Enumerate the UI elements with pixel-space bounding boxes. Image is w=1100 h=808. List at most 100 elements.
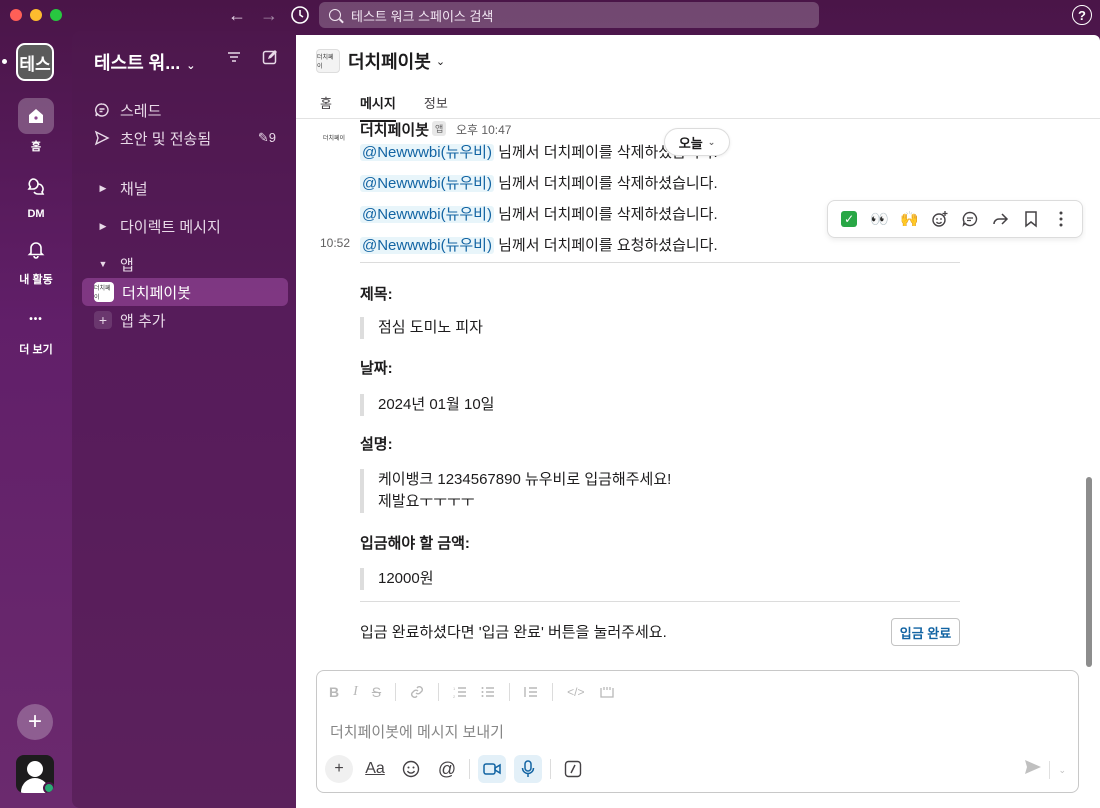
sidebar-item-label: 앱 <box>120 256 134 274</box>
deposit-complete-button[interactable]: 입금 완료 <box>891 618 960 646</box>
code-block-icon[interactable] <box>599 685 615 699</box>
reaction-check-button[interactable]: ✓ <box>836 206 862 232</box>
message-composer: B I S 12 </> 더치페이봇에 메시지 보내기 + Aa @ ⌄ <box>316 670 1079 793</box>
svg-text:1: 1 <box>453 686 456 691</box>
rail-more[interactable]: ••• 더 보기 <box>0 301 72 357</box>
workspace-avatar[interactable]: 테스 <box>16 43 54 81</box>
bold-icon[interactable]: B <box>329 684 339 700</box>
ordered-list-icon[interactable]: 12 <box>453 685 467 699</box>
field-label-date: 날짜: <box>360 360 393 377</box>
strikethrough-icon[interactable]: S <box>372 684 381 700</box>
sender-avatar[interactable]: 더치페이 <box>316 119 352 155</box>
window-controls <box>10 9 62 21</box>
sidebar-item-drafts[interactable]: 초안 및 전송됨 ✎9 <box>82 124 288 152</box>
search-icon <box>329 9 341 21</box>
scrollbar[interactable] <box>1086 477 1092 667</box>
add-workspace-button[interactable]: + <box>17 704 53 740</box>
more-dots-icon: ••• <box>29 313 43 325</box>
workspace-name-button[interactable]: 테스트 워... ⌄ <box>94 49 195 75</box>
code-icon[interactable]: </> <box>567 685 584 699</box>
user-mention[interactable]: @Newwwbi(뉴우비) <box>360 237 494 254</box>
help-icon[interactable]: ? <box>1072 5 1092 25</box>
channel-header[interactable]: 더치페이 더치페이봇 ⌄ <box>296 35 1100 87</box>
workspace-name: 테스트 워... <box>94 53 181 73</box>
sidebar: 테스트 워... ⌄ 스레드 초안 및 전송됨 ✎9 ▶ 채널 ▶ 다이렉트 메시… <box>72 31 296 808</box>
user-mention[interactable]: @Newwwbi(뉴우비) <box>360 144 494 161</box>
send-icon <box>94 130 112 146</box>
sender-name[interactable]: 더치페이봇 <box>360 119 429 140</box>
back-arrow-icon[interactable]: ← <box>226 5 248 25</box>
bullet-list-icon[interactable] <box>481 685 495 699</box>
sidebar-item-label: 스레드 <box>120 102 162 120</box>
sidebar-section-dms[interactable]: ▶ 다이렉트 메시지 <box>82 212 288 240</box>
text-format-icon[interactable]: Aa <box>361 755 389 783</box>
reaction-eyes-button[interactable]: 👀 <box>866 206 892 232</box>
drafts-count: ✎9 <box>257 130 276 145</box>
slash-command-icon[interactable] <box>559 755 587 783</box>
date-divider-button[interactable]: 오늘 ⌄ <box>664 128 730 156</box>
rail-activity-label: 내 활동 <box>19 274 53 286</box>
reply-thread-icon[interactable] <box>957 206 983 232</box>
video-clip-icon[interactable] <box>478 755 506 783</box>
sidebar-section-channels[interactable]: ▶ 채널 <box>82 174 288 202</box>
pencil-icon: ✎ <box>257 130 269 145</box>
message-line: @Newwwbi(뉴우비) 님께서 더치페이를 삭제하셨습니다. <box>360 203 718 224</box>
sidebar-item-label: 초안 및 전송됨 <box>120 130 212 148</box>
schedule-send-chevron-icon[interactable]: ⌄ <box>1049 761 1066 779</box>
compose-icon[interactable] <box>262 49 278 65</box>
bell-icon <box>18 231 54 267</box>
reaction-clap-button[interactable]: 🙌 <box>897 206 923 232</box>
rail-activity[interactable]: 내 활동 <box>0 231 72 287</box>
forward-arrow-icon[interactable]: → <box>258 5 280 25</box>
history-icon[interactable] <box>290 5 312 25</box>
sidebar-item-threads[interactable]: 스레드 <box>82 96 288 124</box>
user-avatar[interactable] <box>16 755 54 793</box>
message-list: 더치페이 더치페이봇 앱 오후 10:47 @Newwwbi(뉴우비) 님께서 … <box>296 119 1086 674</box>
message-input[interactable]: 더치페이봇에 메시지 보내기 <box>330 721 504 742</box>
chevron-down-icon: ⌄ <box>435 55 446 68</box>
add-reaction-icon[interactable] <box>927 206 953 232</box>
rail-dm[interactable]: DM <box>0 168 72 220</box>
message-timestamp[interactable]: 오후 10:47 <box>456 121 511 138</box>
minimize-window-button[interactable] <box>30 9 42 21</box>
user-mention[interactable]: @Newwwbi(뉴우비) <box>360 175 494 192</box>
italic-icon[interactable]: I <box>353 684 358 700</box>
link-icon[interactable] <box>410 685 424 699</box>
filter-icon[interactable] <box>226 49 242 65</box>
composer-actions: + Aa @ <box>325 755 587 783</box>
svg-text:2: 2 <box>453 694 456 699</box>
description-line: 제발요ㅜㅜㅜㅜ <box>378 493 475 510</box>
search-input[interactable]: 테스트 워크 스페이스 검색 <box>319 2 819 28</box>
sidebar-item-dutchpay-bot[interactable]: 더치페이 더치페이봇 <box>82 278 288 306</box>
home-icon <box>18 98 54 134</box>
search-placeholder: 테스트 워크 스페이스 검색 <box>351 8 494 24</box>
chevron-down-icon: ⌄ <box>186 60 196 72</box>
close-window-button[interactable] <box>10 9 22 21</box>
field-label-amount: 입금해야 할 금액: <box>360 535 470 552</box>
caret-right-icon: ▶ <box>99 220 107 231</box>
description-line: 케이뱅크 1234567890 뉴우비로 입금해주세요! <box>378 471 672 488</box>
zoom-window-button[interactable] <box>50 9 62 21</box>
rail-home-label: 홈 <box>30 141 42 153</box>
emoji-icon[interactable] <box>397 755 425 783</box>
forward-icon[interactable] <box>987 206 1013 232</box>
more-actions-icon[interactable] <box>1048 206 1074 232</box>
dm-icon <box>18 168 54 204</box>
microphone-icon[interactable] <box>514 755 542 783</box>
attach-plus-icon[interactable]: + <box>325 755 353 783</box>
workspace-indicator-dot <box>2 59 7 64</box>
workspace-rail: 테스 홈 DM 내 활동 ••• 더 보기 + <box>0 31 72 808</box>
user-mention[interactable]: @Newwwbi(뉴우비) <box>360 206 494 223</box>
sidebar-item-label: 더치페이봇 <box>122 284 192 302</box>
rail-home[interactable]: 홈 <box>0 98 72 154</box>
bookmark-icon[interactable] <box>1018 206 1044 232</box>
send-icon[interactable] <box>1024 759 1042 775</box>
sidebar-item-add-app[interactable]: + 앱 추가 <box>82 306 288 334</box>
status-badge <box>43 782 54 793</box>
blockquote-icon[interactable] <box>524 685 538 699</box>
sidebar-section-apps[interactable]: ▼ 앱 <box>82 250 288 278</box>
message-timestamp[interactable]: 10:52 <box>320 236 350 250</box>
mention-icon[interactable]: @ <box>433 755 461 783</box>
sidebar-item-label: 앱 추가 <box>120 312 166 330</box>
main-pane: 더치페이 더치페이봇 ⌄ 홈 메시지 정보 더치페이 더치페이봇 앱 오후 10… <box>296 35 1100 808</box>
